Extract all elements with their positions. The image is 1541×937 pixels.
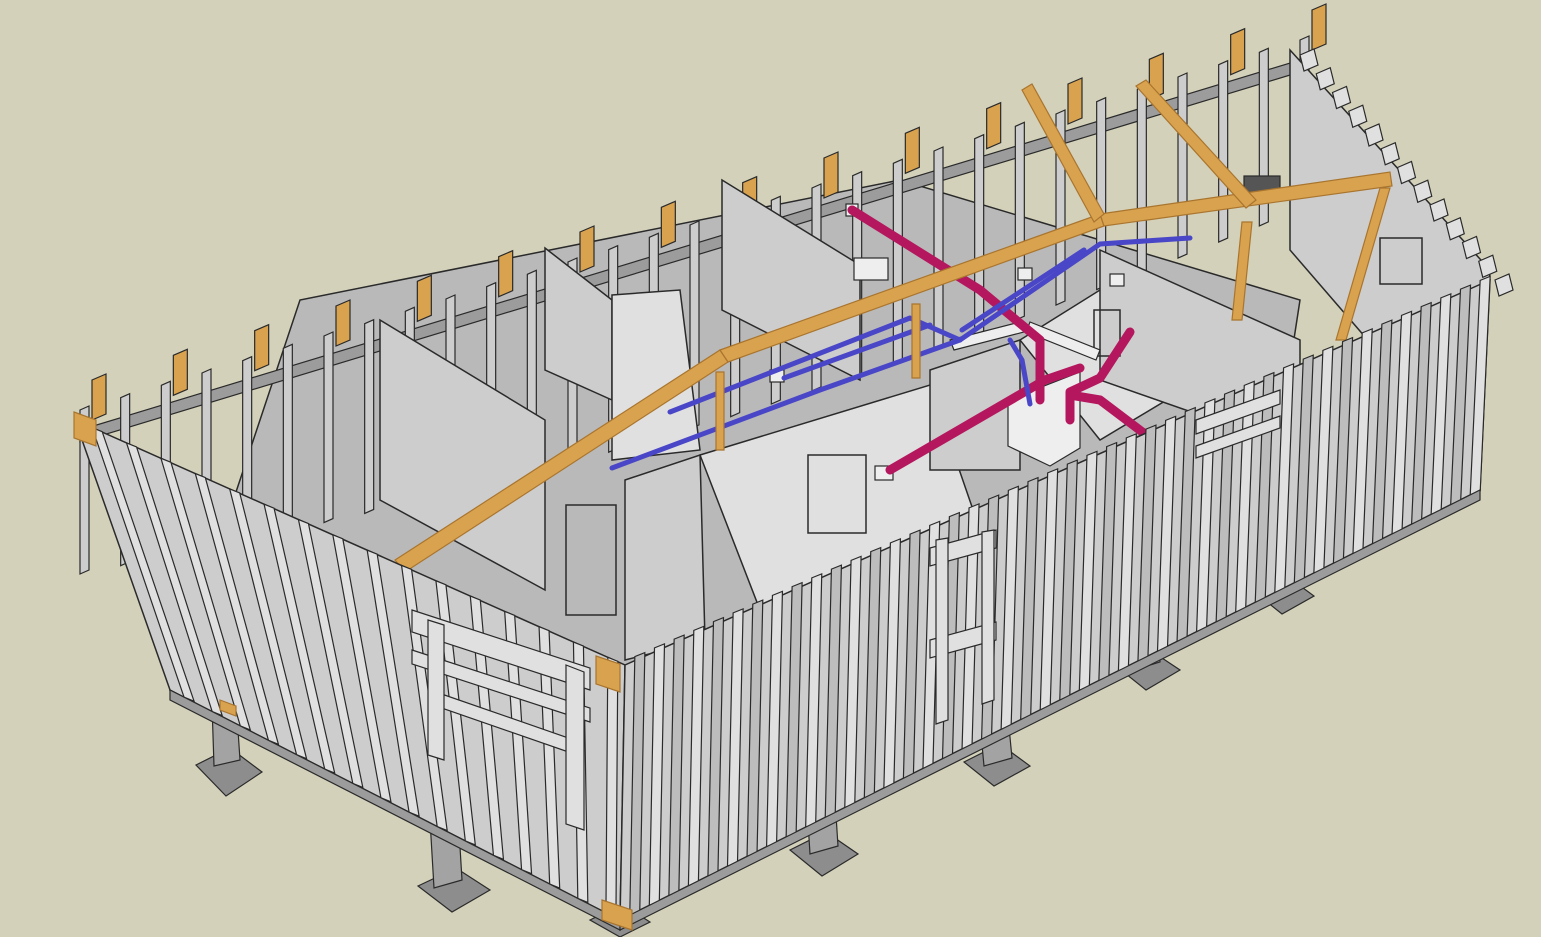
back-wall-stud bbox=[1136, 84, 1147, 275]
back-wall-wood-block bbox=[579, 225, 595, 273]
back-wall-wood-block bbox=[416, 274, 432, 323]
left-wall-stud bbox=[605, 656, 619, 918]
back-wall-wood-block bbox=[660, 200, 676, 249]
back-wall-wood-block bbox=[1311, 3, 1327, 51]
back-wall-wood-block bbox=[1067, 77, 1083, 125]
back-wall-wood-block bbox=[823, 151, 839, 199]
back-wall-wood-block bbox=[254, 323, 270, 372]
back-wall-stud bbox=[1177, 72, 1188, 260]
back-wall-stud bbox=[364, 318, 375, 515]
back-wall-wood-block bbox=[91, 373, 107, 421]
building-frame-model[interactable] bbox=[0, 0, 1541, 937]
outlet-box-3 bbox=[1109, 273, 1125, 287]
back-wall-wood-block bbox=[335, 299, 351, 347]
back-wall-stud bbox=[933, 146, 944, 351]
back-wall-wood-block bbox=[904, 126, 920, 175]
back-wall-stud bbox=[974, 133, 985, 336]
back-wall-wood-block bbox=[498, 249, 514, 298]
back-wall-stud bbox=[1218, 59, 1229, 243]
post-2 bbox=[911, 303, 921, 379]
back-wall-wood-block bbox=[986, 101, 1002, 150]
sink-box bbox=[853, 257, 889, 281]
partition-closet bbox=[624, 453, 706, 661]
back-wall-stud bbox=[323, 331, 334, 524]
back-wall-wood-block bbox=[1230, 27, 1246, 76]
model-viewport[interactable] bbox=[0, 0, 1541, 937]
back-wall-stud bbox=[282, 343, 293, 533]
post-1 bbox=[715, 371, 725, 451]
outlet-box-2 bbox=[1017, 267, 1033, 281]
back-wall-wood-block bbox=[172, 348, 188, 397]
